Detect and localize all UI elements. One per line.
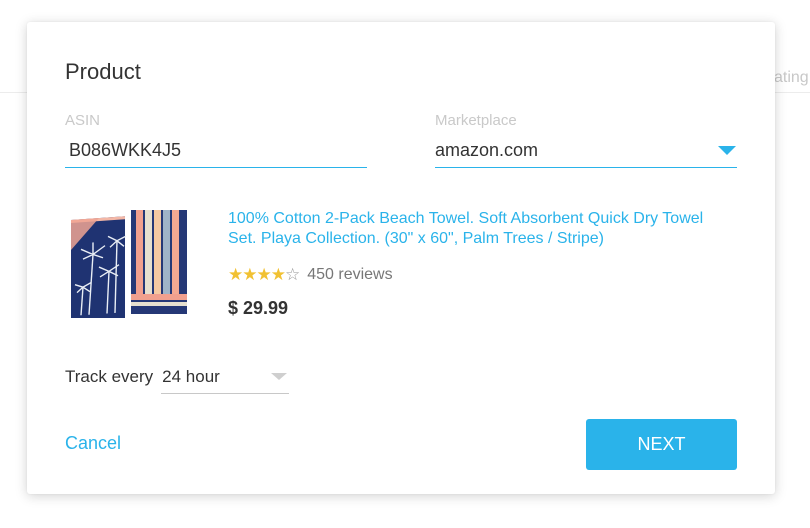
- track-interval-value: 24 hour: [162, 366, 220, 386]
- product-price: $ 29.99: [228, 298, 289, 318]
- track-frequency: Track every 24 hour: [65, 360, 290, 394]
- dialog-title: Product: [65, 59, 141, 84]
- marketplace-label: Marketplace: [435, 112, 517, 129]
- product-rating: ★★★★☆ 450 reviews: [228, 265, 393, 285]
- add-product-dialog: Product ASIN B086WKK4J5 Marketplace amaz…: [27, 22, 775, 494]
- review-count: 450 reviews: [307, 266, 393, 283]
- next-button[interactable]: NEXT: [586, 419, 737, 470]
- cancel-button[interactable]: Cancel: [65, 433, 121, 454]
- track-interval-select[interactable]: 24 hour: [161, 360, 290, 394]
- asin-value: B086WKK4J5: [69, 140, 182, 160]
- background-rating-header: ating: [774, 69, 809, 86]
- marketplace-select[interactable]: amazon.com: [435, 134, 737, 168]
- product-title-link[interactable]: 100% Cotton 2-Pack Beach Towel. Soft Abs…: [228, 209, 728, 249]
- track-label: Track every: [65, 367, 154, 386]
- product-image: [67, 208, 189, 324]
- marketplace-value: amazon.com: [435, 140, 539, 160]
- caret-down-icon[interactable]: [718, 146, 736, 155]
- asin-label: ASIN: [65, 112, 101, 129]
- asin-input[interactable]: B086WKK4J5: [65, 134, 367, 168]
- marketplace-field: Marketplace amazon.com: [435, 112, 737, 168]
- asin-field: ASIN B086WKK4J5: [65, 112, 367, 168]
- caret-down-icon[interactable]: [271, 373, 288, 380]
- star-rating-icons: ★★★★☆: [228, 265, 300, 284]
